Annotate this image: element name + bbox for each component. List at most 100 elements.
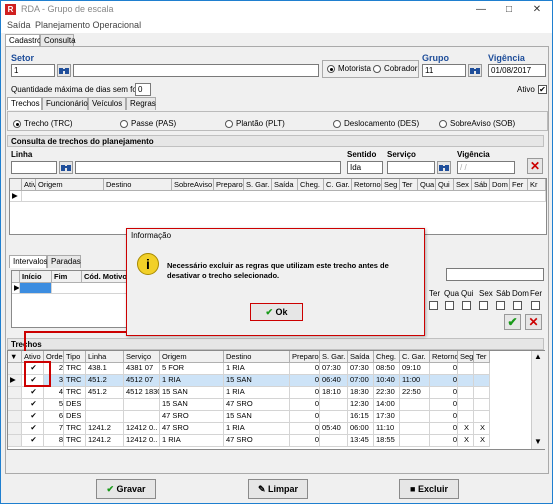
des-radio[interactable] (333, 120, 341, 128)
trecho-cell-linha (86, 399, 124, 411)
menu-saida[interactable]: Saída (7, 20, 31, 30)
trechos-header[interactable]: Saída (348, 351, 374, 363)
intervalos-grid[interactable]: Início Fim Cód. Motivo ▶ (11, 270, 131, 328)
trecho-cell-destino: 1 RIA (224, 387, 290, 399)
ativo-checkbox[interactable]: ✔ (538, 85, 547, 94)
day-checkbox[interactable] (513, 301, 522, 310)
trechos-header[interactable]: Seg (458, 351, 474, 363)
tab-paradas[interactable]: Paradas (47, 255, 81, 268)
dialog-ok-button[interactable]: ✔ Ok (250, 303, 303, 321)
linha-input[interactable] (11, 161, 57, 174)
servico-input[interactable] (387, 161, 435, 174)
excluir-button[interactable]: ■ Excluir (399, 479, 459, 499)
intervalo-selected-cell[interactable] (20, 283, 52, 294)
trecho-cell-tipo: TRC (64, 423, 86, 435)
trechos-header[interactable]: S. Gar. (320, 351, 348, 363)
trecho-cell-servico: 12412 0.. (124, 423, 160, 435)
scroll-up-icon[interactable]: ▲ (534, 352, 542, 361)
grupo-input[interactable]: 11 (422, 64, 466, 77)
trecho-cell-retorno: 0 (430, 363, 458, 375)
day-checkbox[interactable] (445, 301, 454, 310)
trecho-ativo-checkbox[interactable]: ✔ (22, 423, 44, 435)
limpar-button[interactable]: ✎ Limpar (248, 479, 308, 499)
trecho-cell-tipo: DES (64, 411, 86, 423)
servico-search-button[interactable] (437, 161, 451, 174)
confirm-intervalo-button[interactable]: ✔ (504, 314, 521, 330)
trecho-ativo-checkbox[interactable]: ✔ (22, 435, 44, 447)
trechos-scrollbar[interactable]: ▲ ▼ (531, 351, 545, 449)
plt-radio[interactable] (225, 120, 233, 128)
tab-regras[interactable]: Regras (126, 97, 156, 110)
trechos-header[interactable]: Origem (160, 351, 224, 363)
trecho-cell-preparo: 0 (290, 387, 320, 399)
trecho-ativo-checkbox[interactable]: ✔ (22, 387, 44, 399)
menu-planejamento[interactable]: Planejamento Operacional (35, 20, 141, 30)
linha-search-button[interactable] (59, 161, 73, 174)
trechos-header[interactable]: Tipo (64, 351, 86, 363)
day-label: Ter (429, 289, 441, 298)
consulta-vigencia-input[interactable]: / / (457, 161, 515, 174)
trecho-cell-linha: 1241.2 (86, 435, 124, 447)
day-label: Dom (512, 289, 529, 298)
trecho-cell-servico: 4512 07 (124, 375, 160, 387)
pas-radio[interactable] (120, 120, 128, 128)
tab-trechos[interactable]: Trechos (7, 97, 42, 110)
grupo-search-button[interactable] (468, 64, 482, 77)
trecho-cell-ter: X (474, 423, 490, 435)
scroll-down-icon[interactable]: ▼ (534, 437, 542, 446)
vigencia-input[interactable]: 01/08/2017 (488, 64, 546, 77)
intervalo-field[interactable] (446, 268, 544, 281)
row-indicator: ▶ (8, 375, 22, 387)
sentido-select[interactable]: Ida (347, 161, 383, 174)
clear-filter-button[interactable]: ✕ (527, 158, 543, 174)
setor-search-button[interactable] (57, 64, 71, 77)
grupo-label: Grupo (422, 53, 449, 63)
day-checkbox[interactable] (531, 301, 540, 310)
minimize-button[interactable]: — (467, 1, 495, 19)
folga-input[interactable]: 0 (135, 83, 151, 96)
trc-radio[interactable] (13, 120, 21, 128)
maximize-button[interactable]: □ (495, 1, 523, 19)
trecho-cell-saida: 18:30 (348, 387, 374, 399)
trecho-cell-cgar (400, 423, 430, 435)
day-checkbox[interactable] (479, 301, 488, 310)
trechos-grid[interactable]: ▼AtivoOrdemTipoLinhaServiçoOrigemDestino… (7, 350, 545, 450)
tab-funcionarios[interactable]: Funcionários (42, 97, 92, 110)
trechos-header[interactable]: Cheg. (374, 351, 400, 363)
day-checkbox[interactable] (496, 301, 505, 310)
trecho-cell-saida: 12:30 (348, 399, 374, 411)
tab-intervalos[interactable]: Intervalos (9, 255, 48, 268)
trechos-header[interactable]: Ter (474, 351, 490, 363)
sob-radio[interactable] (439, 120, 447, 128)
day-checkbox[interactable] (462, 301, 471, 310)
setor-input[interactable]: 1 (11, 64, 55, 77)
trechos-header[interactable]: Preparo (290, 351, 320, 363)
tab-veiculos[interactable]: Veículos (88, 97, 126, 110)
trecho-cell-ordem: 7 (44, 423, 64, 435)
trechos-header[interactable]: Destino (224, 351, 290, 363)
grid-header: Retorno (352, 179, 382, 191)
trecho-ativo-checkbox[interactable]: ✔ (22, 399, 44, 411)
day-checkbox[interactable] (429, 301, 438, 310)
trecho-cell-saida: 07:00 (348, 375, 374, 387)
consulta-grid[interactable]: Ativo Origem Destino SobreAviso Preparo … (9, 178, 547, 235)
gravar-button[interactable]: ✔ Gravar (96, 479, 156, 499)
cancel-intervalo-button[interactable]: ✕ (525, 314, 542, 330)
grid-header: Ter (400, 179, 418, 191)
trecho-ativo-checkbox[interactable]: ✔ (22, 411, 44, 423)
close-button[interactable]: ✕ (523, 1, 551, 19)
trecho-cell-seg (458, 375, 474, 387)
trecho-cell-origem: 15 SAN (160, 399, 224, 411)
trecho-cell-destino: 1 RIA (224, 363, 290, 375)
trecho-cell-linha: 438.1 (86, 363, 124, 375)
trecho-cell-linha: 1241.2 (86, 423, 124, 435)
cobrador-radio[interactable] (373, 65, 381, 73)
trechos-header[interactable]: C. Gar. (400, 351, 430, 363)
trechos-header[interactable]: Serviço (124, 351, 160, 363)
motorista-radio[interactable] (327, 65, 335, 73)
trecho-cell-preparo: 0 (290, 411, 320, 423)
trecho-cell-saida: 16:15 (348, 411, 374, 423)
trechos-header[interactable]: Linha (86, 351, 124, 363)
trecho-cell-destino: 1 RIA (224, 423, 290, 435)
trechos-header[interactable]: Retorno (430, 351, 458, 363)
